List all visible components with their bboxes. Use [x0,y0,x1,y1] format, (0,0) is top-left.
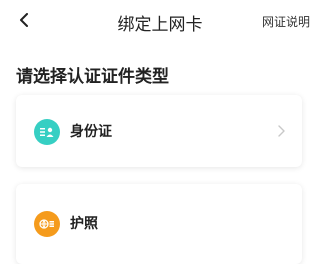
chevron-right-icon [272,122,290,140]
doc-type-label: 护照 [70,216,98,232]
top-nav-bar: 绑定上网卡 网证说明 [0,0,320,44]
certificate-info-link[interactable]: 网证说明 [262,13,310,30]
section-heading: 请选择认证证件类型 [16,67,169,87]
doc-type-passport[interactable]: 护照 [16,184,302,264]
id-card-icon [34,119,60,145]
doc-type-label: 身份证 [70,124,112,140]
passport-globe-icon [34,211,60,237]
doc-type-id-card[interactable]: 身份证 [16,95,302,167]
